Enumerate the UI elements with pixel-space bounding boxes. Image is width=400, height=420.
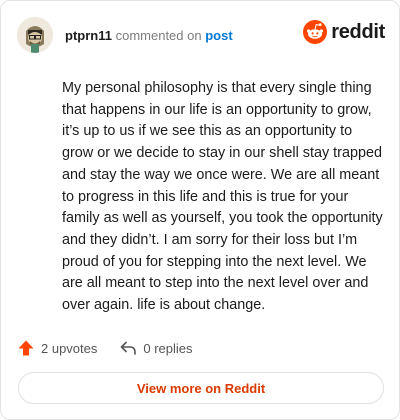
user-avatar[interactable] bbox=[17, 17, 53, 53]
upvotes-stat[interactable]: 2 upvotes bbox=[17, 339, 97, 357]
reddit-wordmark: reddit bbox=[331, 20, 385, 43]
action-text: commented on bbox=[115, 27, 202, 43]
upvote-arrow-icon bbox=[18, 340, 34, 356]
replies-count: 0 replies bbox=[143, 340, 193, 356]
reddit-brand[interactable]: reddit bbox=[303, 20, 385, 44]
replies-stat[interactable]: 0 replies bbox=[119, 339, 193, 357]
reddit-logo-icon bbox=[303, 20, 328, 44]
post-link[interactable]: post bbox=[205, 28, 232, 43]
reply-arrow-icon bbox=[121, 341, 137, 355]
view-more-button[interactable]: View more on Reddit bbox=[18, 372, 384, 404]
username-link[interactable]: ptprn11 bbox=[65, 28, 112, 43]
avatar-icon bbox=[17, 17, 53, 53]
comment-header: ptprn11 commented on post reddit bbox=[17, 15, 385, 55]
reddit-embed-card: ptprn11 commented on post reddit My pers… bbox=[0, 0, 400, 420]
upvotes-count: 2 upvotes bbox=[41, 340, 98, 356]
comment-meta: ptprn11 commented on post bbox=[65, 28, 233, 43]
comment-stats: 2 upvotes 0 replies bbox=[17, 337, 215, 359]
comment-body: My personal philosophy is that every sin… bbox=[62, 80, 383, 314]
